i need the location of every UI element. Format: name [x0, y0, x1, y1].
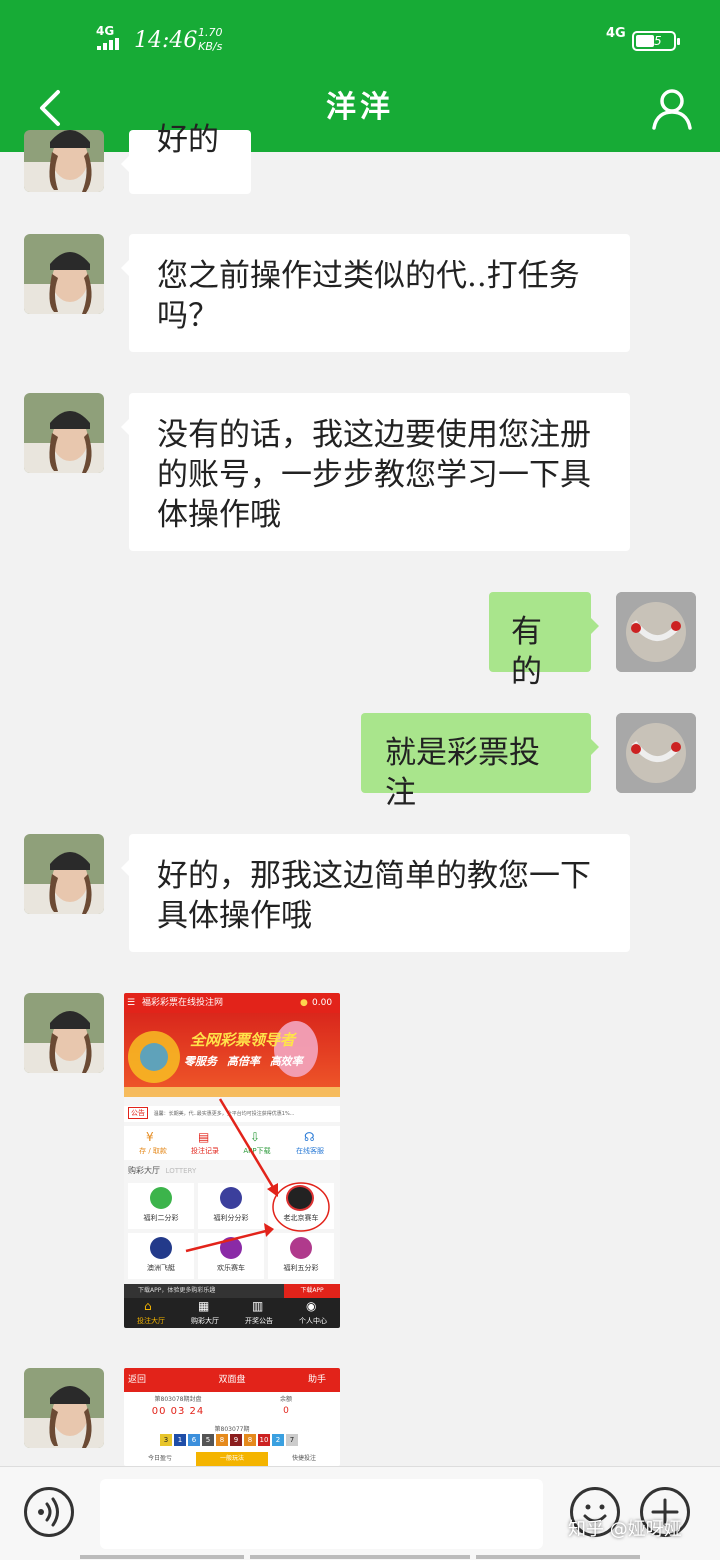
message-text: 好的: [157, 122, 219, 158]
red-arrow-annotation: [185, 1098, 330, 1253]
shot2-balls: 3 1 6 5 8 9 8 10 2 7: [160, 1434, 310, 1446]
avatar-photo: [616, 713, 696, 793]
network-type-label-right: 4G: [606, 26, 626, 41]
message-text: 就是彩票投注: [385, 735, 540, 811]
home-icon: ⌂: [144, 1299, 152, 1313]
person-icon: ◉: [306, 1299, 317, 1313]
app-header: 4G 14:46 1.70 KB/s 4G 35 洋洋: [0, 0, 720, 152]
battery-level: 35: [646, 34, 662, 48]
avatar-photo: [24, 234, 104, 314]
shot-tabbar: 投注大厅 购彩大厅 开奖公告 个人中心 ⌂ ▦ ▥ ◉: [124, 1298, 340, 1328]
voice-icon: [38, 1497, 59, 1527]
network-speed: 1.70 KB/s: [198, 26, 223, 54]
message-bubble[interactable]: 没有的话，我这边要使用您注册的账号，一步步教您学习一下具体操作哦: [121, 393, 630, 551]
message-text-field[interactable]: [100, 1479, 543, 1549]
contact-avatar[interactable]: [24, 393, 104, 473]
message-bubble[interactable]: 好的: [121, 122, 251, 194]
message-input-bar: 知乎 @娅呀娅: [0, 1466, 720, 1560]
nav-indicator: [476, 1555, 640, 1559]
user-icon: [652, 89, 692, 130]
avatar-photo: [24, 993, 104, 1073]
chevron-left-icon: [40, 90, 60, 126]
contact-profile-button[interactable]: [650, 86, 694, 130]
battery-icon: 35: [632, 31, 680, 51]
shot2-header: 返回 双面盘 助手: [124, 1368, 340, 1392]
speed-value: 1.70: [198, 26, 223, 39]
watermark: 知乎 @娅呀娅: [568, 1519, 682, 1540]
message-text: 好的，那我这边简单的教您一下具体操作哦: [157, 858, 591, 934]
nav-indicator: [80, 1555, 244, 1559]
contact-avatar[interactable]: [24, 834, 104, 914]
avatar-photo: [24, 1368, 104, 1448]
status-bar: 4G 14:46 1.70 KB/s 4G 35: [0, 0, 720, 80]
contact-avatar[interactable]: [24, 1368, 104, 1448]
contact-avatar[interactable]: [24, 993, 104, 1073]
speed-unit: KB/s: [198, 40, 223, 53]
avatar-photo: [24, 130, 104, 192]
back-button[interactable]: [32, 84, 72, 132]
message-text: 有的: [511, 614, 542, 690]
message-bubble-self[interactable]: 就是彩票投注: [361, 713, 599, 811]
image-message-betting-page[interactable]: 返回 双面盘 助手 第803078期封盘 00 03 24 余额 0 第8030…: [124, 1368, 340, 1466]
shot-download-strip: 下载APP，体验更多购彩乐趣 下载APP: [124, 1284, 340, 1298]
signal-icon: [97, 38, 123, 50]
nav-indicator: [250, 1555, 470, 1559]
voice-input-button[interactable]: [24, 1487, 74, 1537]
shot2-tabs: 今日盈亏 一般玩法 快捷投注: [124, 1452, 340, 1466]
image-message-lottery-home[interactable]: ☰ 福彩彩票在线投注网 ● 0.00 全网彩票领导者 零服务 高倍率 高效率 公…: [124, 993, 340, 1328]
message-text: 没有的话，我这边要使用您注册的账号，一步步教您学习一下具体操作哦: [157, 417, 591, 533]
clock: 14:46: [134, 28, 198, 53]
contact-avatar[interactable]: [24, 234, 104, 314]
message-text: 您之前操作过类似的代..打任务吗？: [157, 258, 580, 334]
message-bubble[interactable]: 您之前操作过类似的代..打任务吗？: [121, 234, 630, 352]
avatar-photo: [616, 592, 696, 672]
message-bubble[interactable]: 好的，那我这边简单的教您一下具体操作哦: [121, 834, 630, 952]
contact-avatar[interactable]: [24, 130, 104, 192]
grid-icon: ▦: [198, 1299, 210, 1313]
message-bubble-self[interactable]: 有的: [489, 592, 599, 690]
avatar-photo: [24, 834, 104, 914]
network-type-label: 4G: [96, 24, 115, 38]
my-avatar[interactable]: [616, 592, 696, 672]
chat-title: 洋洋: [326, 90, 394, 125]
my-avatar[interactable]: [616, 713, 696, 793]
avatar-photo: [24, 393, 104, 473]
gift-icon: ▥: [252, 1299, 264, 1313]
